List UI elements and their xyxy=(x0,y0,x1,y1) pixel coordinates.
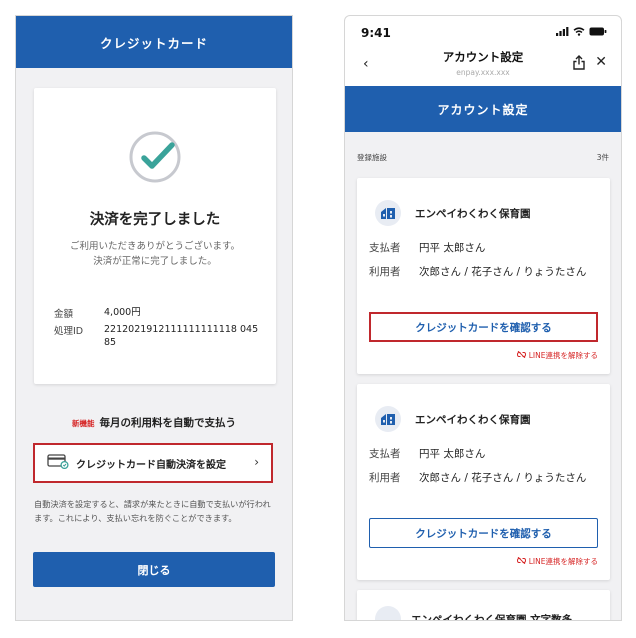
payer-value: 円平 太郎さん xyxy=(419,242,486,254)
facility-name: エンペイわくわく保育園 文字数多 xyxy=(411,613,573,621)
registered-facilities-label: 登録施設 xyxy=(357,153,387,162)
process-id-row: 処理ID 2212021912111111111118 04585 xyxy=(54,323,264,349)
user-value: 次郎さん / 花子さん / りょうたさん xyxy=(419,266,587,278)
page-title: アカウント設定 xyxy=(345,86,621,132)
amount-value: 4,000円 xyxy=(104,307,141,318)
payer-row: 支払者 円平 太郎さん xyxy=(369,446,599,462)
payer-label: 支払者 xyxy=(369,242,401,254)
auto-payment-setup-label: クレジットカード自動決済を設定 xyxy=(76,459,226,471)
registered-facilities-count: 3件 xyxy=(596,153,609,162)
user-label: 利用者 xyxy=(369,472,401,484)
payer-row: 支払者 円平 太郎さん xyxy=(369,240,599,256)
close-button[interactable]: 閉じる xyxy=(33,552,275,587)
facility-header: エンペイわくわく保育園 xyxy=(375,200,531,226)
unlink-label: LINE連携を解除する xyxy=(528,557,598,566)
account-settings-screen: 9:41 ‹ アカウント設定 enpay.xxx.xxx ✕ アカウント設定 登… xyxy=(344,15,622,621)
chevron-right-icon: › xyxy=(254,455,259,469)
unlink-icon xyxy=(516,556,526,566)
process-id-value: 2212021912111111111118 04585 xyxy=(104,324,259,348)
process-id-label: 処理ID xyxy=(54,326,84,337)
wifi-icon xyxy=(573,27,585,36)
confirm-credit-card-button[interactable]: クレジットカードを確認する xyxy=(369,518,598,548)
check-circle-icon xyxy=(126,128,184,186)
user-row: 利用者 次郎さん / 花子さん / りょうたさん xyxy=(369,470,599,486)
facility-header: エンペイわくわく保育園 xyxy=(375,406,531,432)
user-label: 利用者 xyxy=(369,266,401,278)
credit-card-icon xyxy=(47,453,69,473)
new-feature-badge: 新機能 xyxy=(72,419,95,428)
header-title: クレジットカード xyxy=(16,16,292,68)
auto-payment-promo: 新機能 毎月の利用料を自動で支払う xyxy=(16,415,292,430)
auto-payment-note: 自動決済を設定すると、請求が来たときに自動で支払いが行われます。これにより、支払… xyxy=(34,499,271,523)
status-time: 9:41 xyxy=(361,26,391,40)
completion-message-line1: ご利用いただきありがとうございます。 xyxy=(69,241,241,252)
share-icon[interactable] xyxy=(573,55,585,74)
facility-list: 登録施設 3件 エンペイわくわく保育園 支払者 円平 太郎さん 利用者 次郎さん… xyxy=(345,132,621,621)
amount-row: 金額 4,000円 xyxy=(54,306,264,320)
unlink-icon xyxy=(516,350,526,360)
payer-value: 円平 太郎さん xyxy=(419,448,486,460)
confirm-credit-card-button[interactable]: クレジットカードを確認する xyxy=(369,312,598,342)
facility-icon xyxy=(375,606,401,620)
facility-name: エンペイわくわく保育園 xyxy=(415,413,531,426)
promo-text: 毎月の利用料を自動で支払う xyxy=(99,417,237,429)
completion-message-line2: 決済が正常に完了しました。 xyxy=(93,256,217,267)
facility-name: エンペイわくわく保育園 xyxy=(415,207,531,220)
completion-card: 決済を完了しました ご利用いただきありがとうございます。 決済が正常に完了しまし… xyxy=(34,88,276,384)
user-value: 次郎さん / 花子さん / りょうたさん xyxy=(419,472,587,484)
status-bar: 9:41 xyxy=(345,16,621,46)
user-row: 利用者 次郎さん / 花子さん / りょうたさん xyxy=(369,264,599,280)
signal-icon xyxy=(556,27,569,36)
payer-label: 支払者 xyxy=(369,448,401,460)
browser-nav-bar: ‹ アカウント設定 enpay.xxx.xxx ✕ xyxy=(345,46,621,86)
facility-header: エンペイわくわく保育園 文字数多 xyxy=(375,606,573,621)
unlink-line-link[interactable]: LINE連携を解除する xyxy=(516,556,598,567)
auto-payment-setup-button[interactable]: クレジットカード自動決済を設定 › xyxy=(33,443,273,483)
facility-card: エンペイわくわく保育園 文字数多 xyxy=(357,590,610,621)
unlink-line-link[interactable]: LINE連携を解除する xyxy=(516,350,598,361)
facility-icon xyxy=(375,406,401,432)
close-icon[interactable]: ✕ xyxy=(595,54,607,70)
battery-icon xyxy=(589,27,607,36)
payment-complete-screen: クレジットカード 決済を完了しました ご利用いただきありがとうございます。 決済… xyxy=(15,15,293,621)
facility-icon xyxy=(375,200,401,226)
facility-card: エンペイわくわく保育園 支払者 円平 太郎さん 利用者 次郎さん / 花子さん … xyxy=(357,384,610,580)
facility-card: エンペイわくわく保育園 支払者 円平 太郎さん 利用者 次郎さん / 花子さん … xyxy=(357,178,610,374)
amount-label: 金額 xyxy=(54,309,74,320)
completion-message: ご利用いただきありがとうございます。 決済が正常に完了しました。 xyxy=(34,239,276,269)
unlink-label: LINE連携を解除する xyxy=(528,351,598,360)
completion-title: 決済を完了しました xyxy=(89,212,221,228)
status-icons xyxy=(556,27,607,36)
